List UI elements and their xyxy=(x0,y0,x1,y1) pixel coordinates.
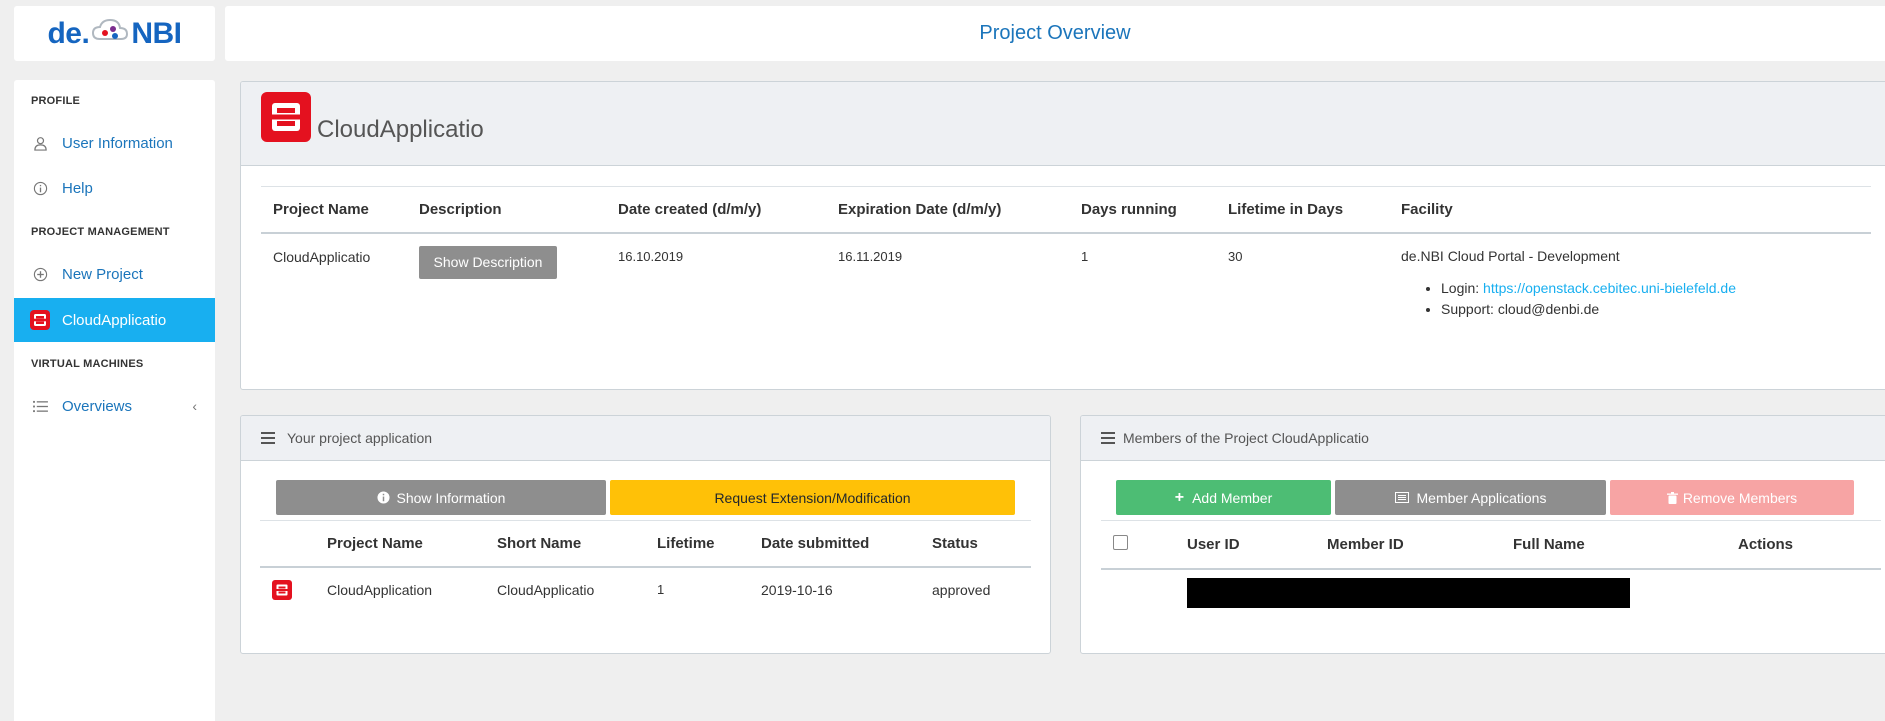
column-header: Date created (d/m/y) xyxy=(618,200,762,218)
members-card-header: Members of the Project CloudApplicatio xyxy=(1081,416,1885,461)
sidebar-item-cloudapplicatio[interactable]: CloudApplicatio xyxy=(14,298,215,342)
facility-cell: de.NBI Cloud Portal - Development Login:… xyxy=(1401,233,1871,320)
sidebar-item-overviews[interactable]: Overviews ‹ xyxy=(14,384,215,428)
table-row: CloudApplicatio Show Description 16.10.2… xyxy=(261,233,1871,320)
show-information-label: Show Information xyxy=(396,489,506,506)
column-header: Expiration Date (d/m/y) xyxy=(838,200,1002,218)
column-header: Facility xyxy=(1401,200,1453,218)
project-card-header: CloudApplicatio xyxy=(241,82,1885,166)
application-lifetime: 1 xyxy=(657,582,665,597)
application-status: approved xyxy=(932,581,991,598)
column-header: Member ID xyxy=(1327,535,1404,553)
column-header: Short Name xyxy=(497,534,582,552)
project-table: Project Name Description Date created (d… xyxy=(261,186,1871,320)
login-link[interactable]: https://openstack.cebitec.uni-bielefeld.… xyxy=(1483,280,1736,296)
logo-text-right: NBI xyxy=(131,16,182,50)
add-member-button[interactable]: + Add Member xyxy=(1116,480,1331,515)
denbi-logo[interactable]: de. NBI xyxy=(14,6,215,61)
sidebar: PROFILE User Information Help PROJECT MA… xyxy=(14,80,215,721)
project-title: CloudApplicatio xyxy=(317,115,484,143)
application-date-submitted: 2019-10-16 xyxy=(761,581,833,598)
application-card-title: Your project application xyxy=(287,430,433,446)
list-alt-icon xyxy=(1394,492,1409,503)
facility-list: Login: https://openstack.cebitec.uni-bie… xyxy=(1441,278,1871,320)
openstack-logo-icon xyxy=(261,91,311,142)
page-title: Project Overview xyxy=(979,22,1131,44)
column-header: Full Name xyxy=(1513,535,1585,553)
show-information-button[interactable]: Show Information xyxy=(276,480,606,515)
openstack-icon xyxy=(272,579,292,600)
info-icon xyxy=(30,178,50,198)
user-icon xyxy=(30,133,50,153)
members-card-title: Members of the Project CloudApplicatio xyxy=(1123,430,1369,446)
sidebar-section-profile: PROFILE xyxy=(31,95,81,107)
column-header: Project Name xyxy=(273,200,369,218)
sidebar-item-label: User Information xyxy=(62,134,173,152)
sidebar-section-virtual-machines: VIRTUAL MACHINES xyxy=(31,358,144,370)
sidebar-item-label: Overviews xyxy=(62,397,133,415)
sidebar-item-label: CloudApplicatio xyxy=(62,311,167,329)
plus-circle-icon xyxy=(30,264,50,284)
column-header: Days running xyxy=(1081,200,1177,218)
column-header: Lifetime xyxy=(657,534,715,552)
sidebar-item-user-information[interactable]: User Information xyxy=(14,121,215,165)
application-table: Project Name Short Name Lifetime Date su… xyxy=(260,520,1031,612)
sidebar-item-label: New Project xyxy=(62,265,143,283)
login-label: Login: xyxy=(1441,279,1480,296)
project-name-cell: CloudApplicatio xyxy=(273,248,371,265)
add-member-label: Add Member xyxy=(1192,489,1273,506)
column-header: Status xyxy=(932,534,978,552)
sidebar-item-label: Help xyxy=(62,179,93,197)
cloud-logo-icon xyxy=(91,17,129,51)
redacted-member-row xyxy=(1187,577,1630,608)
days-running-cell: 1 xyxy=(1081,248,1089,264)
sidebar-section-project-management: PROJECT MANAGEMENT xyxy=(31,226,170,238)
table-row: CloudApplication CloudApplicatio 1 2019-… xyxy=(260,567,1031,612)
facility-name: de.NBI Cloud Portal - Development xyxy=(1401,247,1620,264)
column-header: Date submitted xyxy=(761,534,870,552)
info-circle-icon xyxy=(376,491,390,504)
list-icon xyxy=(261,432,275,444)
list-icon xyxy=(30,396,50,416)
application-card-header: Your project application xyxy=(241,416,1050,461)
sidebar-item-new-project[interactable]: New Project xyxy=(14,252,215,296)
openstack-icon xyxy=(30,310,50,330)
members-table: User ID Member ID Full Name Actions xyxy=(1101,520,1881,570)
sidebar-item-help[interactable]: Help xyxy=(14,166,215,210)
trash-icon xyxy=(1666,491,1678,504)
project-card: CloudApplicatio Project Name Description… xyxy=(240,81,1885,390)
column-header: User ID xyxy=(1187,535,1240,553)
login-item: Login: https://openstack.cebitec.uni-bie… xyxy=(1441,278,1871,299)
column-header: Description xyxy=(419,200,502,218)
top-bar: Project Overview xyxy=(225,6,1885,61)
list-icon xyxy=(1101,432,1115,444)
column-header: Lifetime in Days xyxy=(1228,200,1344,218)
members-card: Members of the Project CloudApplicatio +… xyxy=(1080,415,1885,654)
remove-members-label: Remove Members xyxy=(1682,489,1798,506)
application-project-name: CloudApplication xyxy=(327,581,433,598)
chevron-left-icon: ‹ xyxy=(192,398,197,414)
show-description-button[interactable]: Show Description xyxy=(419,245,557,279)
member-applications-button[interactable]: Member Applications xyxy=(1335,480,1606,515)
support-item: Support: cloud@denbi.de xyxy=(1441,299,1871,320)
application-short-name: CloudApplicatio xyxy=(497,581,595,598)
request-extension-button[interactable]: Request Extension/Modification xyxy=(610,480,1015,515)
remove-members-button[interactable]: Remove Members xyxy=(1610,480,1854,515)
select-all-checkbox[interactable] xyxy=(1113,534,1128,550)
lifetime-cell: 30 xyxy=(1228,248,1243,264)
column-header: Actions xyxy=(1738,535,1794,553)
application-card: Your project application Show Informatio… xyxy=(240,415,1051,654)
logo-text-left: de. xyxy=(47,16,90,50)
member-applications-label: Member Applications xyxy=(1416,489,1547,506)
date-created-cell: 16.10.2019 xyxy=(618,248,684,264)
expiration-date-cell: 16.11.2019 xyxy=(838,248,903,264)
plus-icon: + xyxy=(1174,488,1185,506)
column-header: Project Name xyxy=(327,534,423,552)
